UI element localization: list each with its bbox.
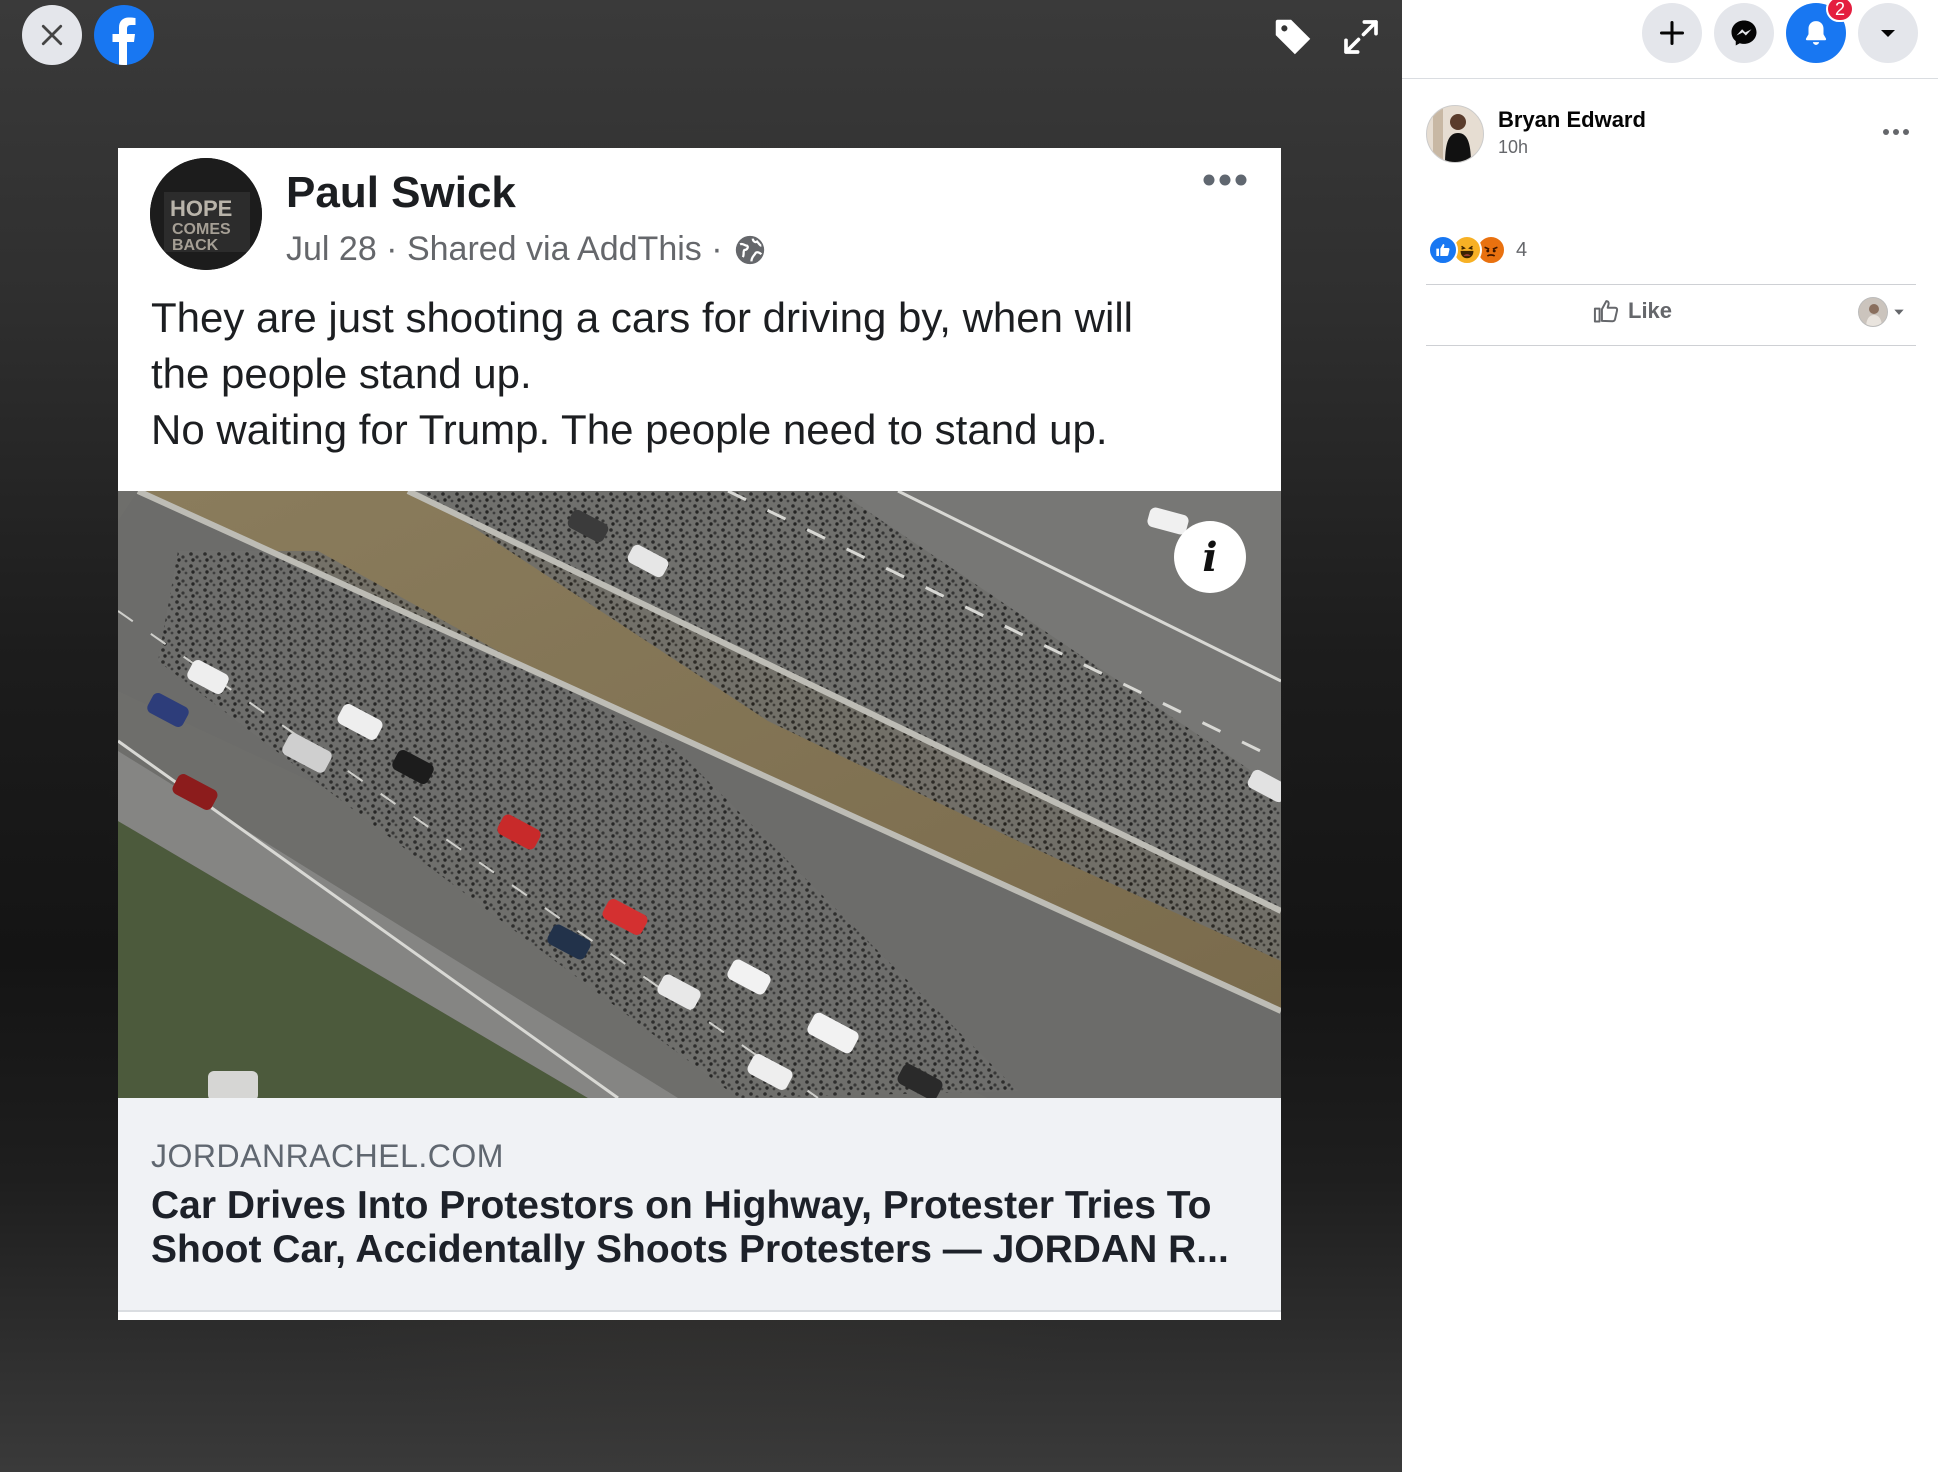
account-menu-button[interactable] <box>1858 3 1918 63</box>
post-more-button[interactable] <box>1201 172 1249 193</box>
avatar-image: HOPE COMES BACK <box>150 158 262 270</box>
avatar-image <box>1427 106 1483 162</box>
divider <box>1426 284 1916 285</box>
post-meta: Jul 28 · Shared via AddThis · <box>286 230 767 269</box>
post-author-avatar: HOPE COMES BACK <box>150 158 262 270</box>
poster-name[interactable]: Bryan Edward <box>1498 107 1646 133</box>
info-button[interactable]: i <box>1174 521 1246 593</box>
user-avatar <box>1858 297 1888 327</box>
post-meta-text: Jul 28 · Shared via AddThis · <box>286 230 723 268</box>
expand-icon <box>1344 20 1378 54</box>
post-timestamp[interactable]: 10h <box>1498 137 1528 158</box>
post-photo-aerial-highway[interactable]: i <box>118 491 1281 1098</box>
bell-icon <box>1805 21 1827 45</box>
poster-avatar[interactable] <box>1426 105 1484 163</box>
tag-button[interactable] <box>1266 10 1320 64</box>
fullscreen-button[interactable] <box>1334 10 1388 64</box>
reaction-summary[interactable]: 4 <box>1428 235 1527 265</box>
reaction-count: 4 <box>1516 238 1528 261</box>
photo-viewer: HOPE COMES BACK Paul Swick Jul 28 · Shar… <box>0 0 1402 1472</box>
caret-down-icon <box>1881 30 1895 37</box>
thumbs-up-icon <box>1593 300 1619 323</box>
messenger-icon <box>1731 20 1757 46</box>
avatar-text-line-2: COMES <box>172 221 231 238</box>
like-reaction-icon <box>1428 235 1458 265</box>
plus-icon <box>1659 20 1685 46</box>
post-text: They are just shooting a cars for drivin… <box>151 290 1251 458</box>
link-preview[interactable]: JORDANRACHEL.COM Car Drives Into Protest… <box>118 1098 1281 1312</box>
aerial-highway-photo <box>118 491 1281 1098</box>
post-text-line: They are just shooting a cars for drivin… <box>151 294 1133 341</box>
like-label: Like <box>1628 298 1673 323</box>
notification-badge: 2 <box>1826 0 1854 22</box>
react-as-selector[interactable] <box>1858 297 1906 327</box>
post-text-line: No waiting for Trump. The people need to… <box>151 406 1108 453</box>
avatar-text-line-1: HOPE <box>170 196 232 221</box>
tag-icon <box>1275 19 1311 55</box>
facebook-f-icon <box>112 17 136 65</box>
post-details-panel: Bryan Edward 10h 4 Like <box>1402 78 1938 1472</box>
globe-icon <box>735 235 764 264</box>
like-button[interactable]: Like <box>1592 297 1672 325</box>
caret-down-icon <box>1894 309 1904 315</box>
create-button[interactable] <box>1642 3 1702 63</box>
link-title[interactable]: Car Drives Into Protestors on Highway, P… <box>151 1184 1251 1272</box>
post-text-line: the people stand up. <box>151 350 532 397</box>
shared-post-screenshot[interactable]: HOPE COMES BACK Paul Swick Jul 28 · Shar… <box>118 148 1281 1320</box>
divider <box>1426 345 1916 346</box>
close-icon <box>41 24 63 46</box>
avatar-text-line-3: BACK <box>172 237 219 254</box>
post-author-name: Paul Swick <box>286 168 516 217</box>
post-options-button[interactable] <box>1882 123 1910 141</box>
more-dots-icon <box>1203 174 1247 186</box>
more-dots-icon <box>1883 129 1909 135</box>
facebook-logo[interactable] <box>94 5 154 65</box>
link-domain: JORDANRACHEL.COM <box>151 1138 504 1174</box>
close-button[interactable] <box>22 5 82 65</box>
messenger-button[interactable] <box>1714 3 1774 63</box>
